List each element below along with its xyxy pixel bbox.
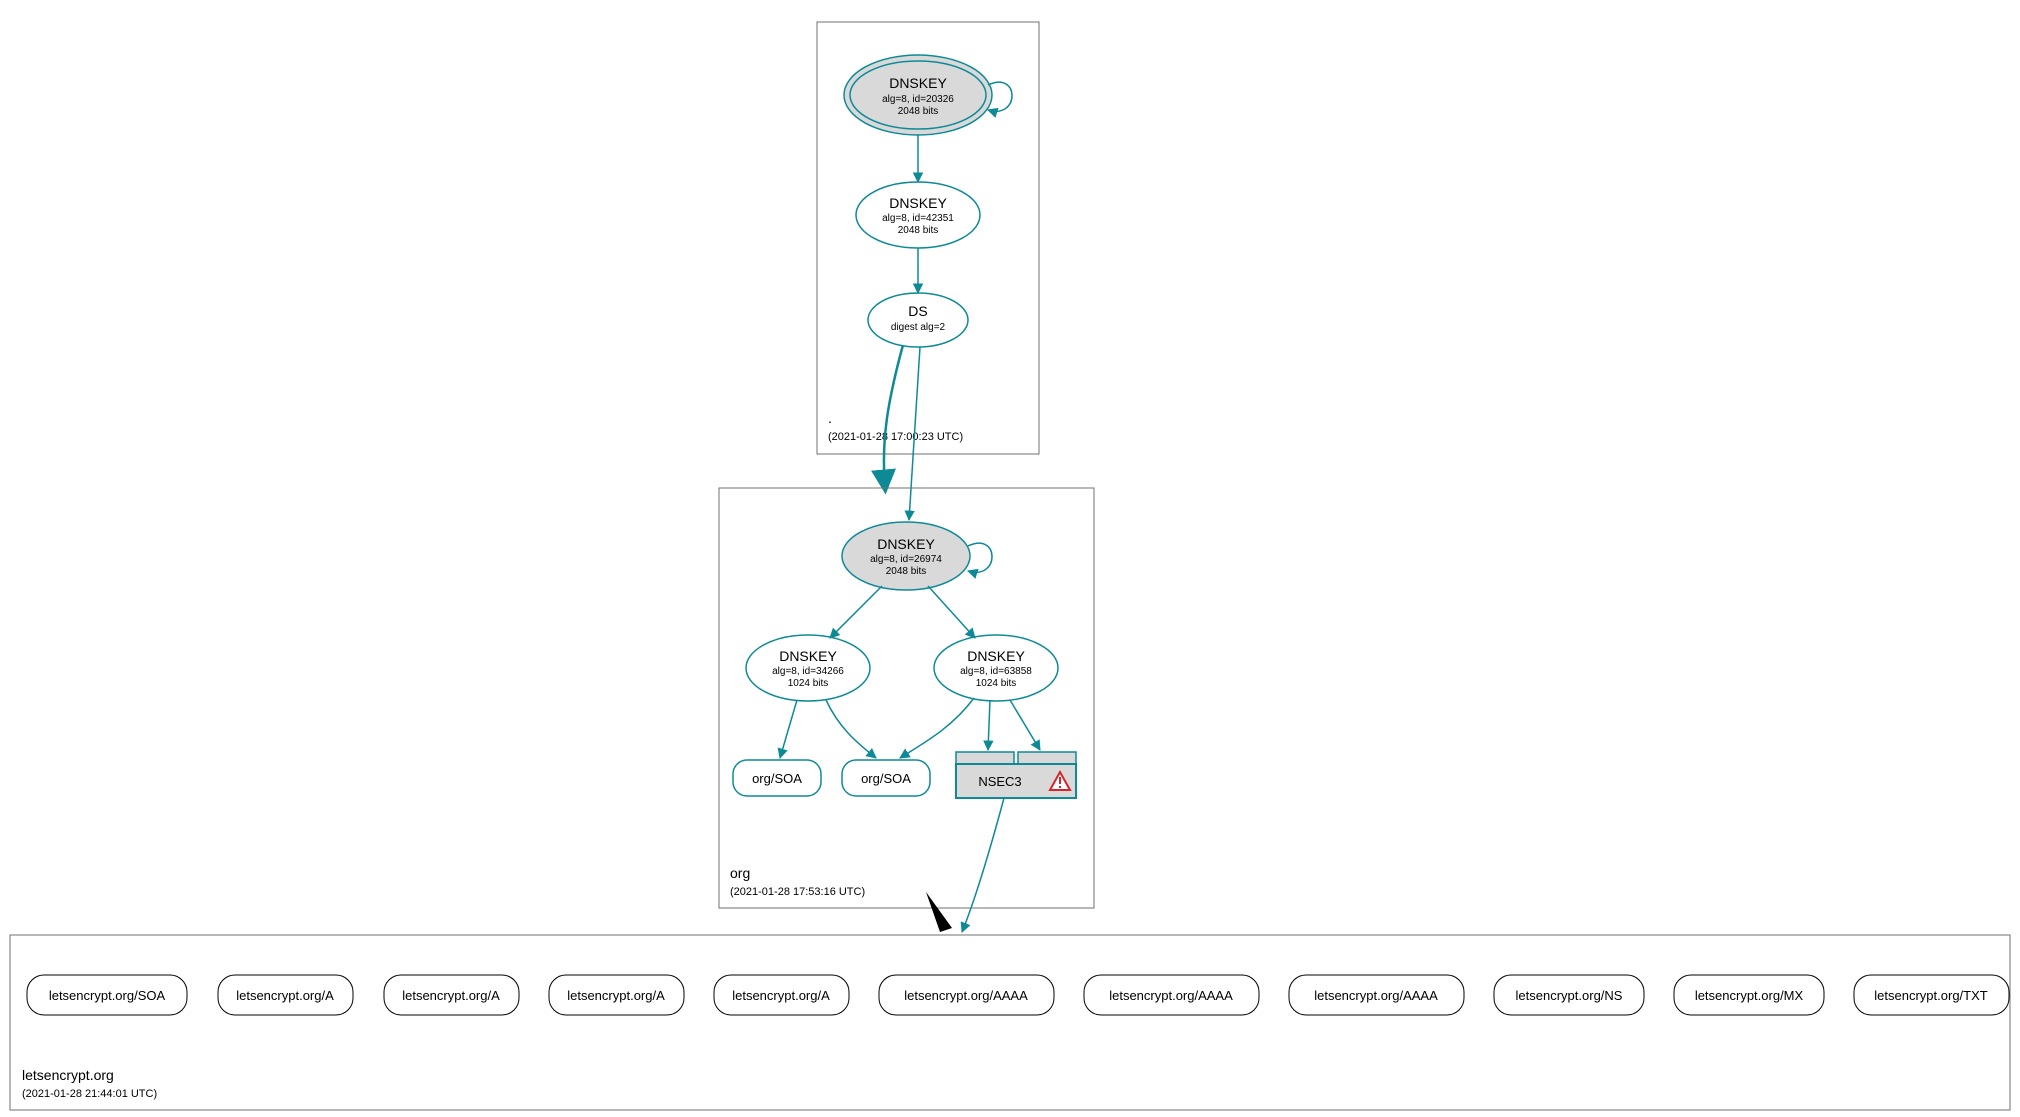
- org-soa1-node: org/SOA: [733, 760, 821, 796]
- svg-text:1024 bits: 1024 bits: [976, 678, 1017, 689]
- dnssec-graph: . (2021-01-28 17:00:23 UTC) DNSKEY alg=8…: [0, 0, 2020, 1117]
- zone-letsencrypt: letsencrypt.org (2021-01-28 21:44:01 UTC…: [10, 935, 2010, 1110]
- svg-text:DNSKEY: DNSKEY: [877, 536, 935, 552]
- svg-text:1024 bits: 1024 bits: [788, 678, 829, 689]
- root-ksk-node: DNSKEY alg=8, id=20326 2048 bits: [844, 55, 992, 135]
- svg-text:DNSKEY: DNSKEY: [889, 75, 947, 91]
- svg-text:DNSKEY: DNSKEY: [967, 648, 1025, 664]
- root-ds-node: DS digest alg=2: [868, 293, 968, 347]
- zone-org-name: org: [730, 865, 750, 881]
- svg-text:letsencrypt.org/A: letsencrypt.org/A: [236, 988, 334, 1003]
- root-zsk-node: DNSKEY alg=8, id=42351 2048 bits: [856, 182, 980, 248]
- svg-text:alg=8, id=63858: alg=8, id=63858: [960, 666, 1032, 677]
- rr-aaaa-1: letsencrypt.org/AAAA: [879, 975, 1054, 1015]
- zone-root: . (2021-01-28 17:00:23 UTC) DNSKEY alg=8…: [817, 22, 1039, 454]
- svg-text:alg=8, id=34266: alg=8, id=34266: [772, 666, 844, 677]
- edge-org-ksk-to-zsk2: [928, 586, 975, 638]
- rr-a-1: letsencrypt.org/A: [218, 975, 353, 1015]
- svg-text:letsencrypt.org/TXT: letsencrypt.org/TXT: [1874, 988, 1987, 1003]
- svg-text:letsencrypt.org/MX: letsencrypt.org/MX: [1695, 988, 1804, 1003]
- svg-text:alg=8, id=20326: alg=8, id=20326: [882, 94, 954, 105]
- svg-text:letsencrypt.org/A: letsencrypt.org/A: [567, 988, 665, 1003]
- edge-zsk1-to-soa1: [780, 700, 797, 758]
- org-soa2-node: org/SOA: [842, 760, 930, 796]
- zone-letsencrypt-name: letsencrypt.org: [22, 1067, 114, 1083]
- svg-text:2048 bits: 2048 bits: [898, 106, 939, 117]
- zone-root-timestamp: (2021-01-28 17:00:23 UTC): [828, 431, 963, 443]
- edge-zsk2-to-nsec3-a: [988, 700, 990, 750]
- svg-text:org/SOA: org/SOA: [861, 771, 911, 786]
- org-zsk1-node: DNSKEY alg=8, id=34266 1024 bits: [746, 635, 870, 701]
- svg-text:letsencrypt.org/SOA: letsencrypt.org/SOA: [49, 988, 166, 1003]
- rr-a-2: letsencrypt.org/A: [384, 975, 519, 1015]
- zone-org-timestamp: (2021-01-28 17:53:16 UTC): [730, 886, 865, 898]
- svg-text:letsencrypt.org/AAAA: letsencrypt.org/AAAA: [1109, 988, 1233, 1003]
- svg-text:NSEC3: NSEC3: [978, 774, 1021, 789]
- edge-zsk2-to-nsec3-b: [1010, 700, 1040, 750]
- svg-text:letsencrypt.org/A: letsencrypt.org/A: [732, 988, 830, 1003]
- svg-text:2048 bits: 2048 bits: [886, 566, 927, 577]
- edge-nsec3-to-letsencrypt: [962, 798, 1004, 932]
- svg-text:alg=8, id=26974: alg=8, id=26974: [870, 554, 942, 565]
- edge-root-to-org-zone: [884, 345, 903, 487]
- svg-text:2048 bits: 2048 bits: [898, 225, 939, 236]
- svg-text:alg=8, id=42351: alg=8, id=42351: [882, 213, 954, 224]
- svg-text:DNSKEY: DNSKEY: [779, 648, 837, 664]
- rr-aaaa-3: letsencrypt.org/AAAA: [1289, 975, 1464, 1015]
- svg-text:letsencrypt.org/NS: letsencrypt.org/NS: [1516, 988, 1623, 1003]
- org-zsk2-node: DNSKEY alg=8, id=63858 1024 bits: [934, 635, 1058, 701]
- svg-text:DNSKEY: DNSKEY: [889, 195, 947, 211]
- rr-a-3: letsencrypt.org/A: [549, 975, 684, 1015]
- svg-text:letsencrypt.org/A: letsencrypt.org/A: [402, 988, 500, 1003]
- org-nsec3-node: NSEC3: [956, 752, 1076, 798]
- org-ksk-node: DNSKEY alg=8, id=26974 2048 bits: [842, 522, 970, 590]
- rr-soa: letsencrypt.org/SOA: [27, 975, 187, 1015]
- edge-zsk2-to-soa2: [900, 698, 974, 758]
- zone-root-name: .: [828, 410, 832, 426]
- edge-org-ksk-selfloop: [968, 543, 992, 572]
- zone-org: org (2021-01-28 17:53:16 UTC) DNSKEY alg…: [719, 488, 1094, 908]
- edge-org-to-letsencrypt-wedge: [926, 892, 952, 932]
- svg-text:DS: DS: [908, 303, 927, 319]
- svg-text:letsencrypt.org/AAAA: letsencrypt.org/AAAA: [1314, 988, 1438, 1003]
- svg-text:letsencrypt.org/AAAA: letsencrypt.org/AAAA: [904, 988, 1028, 1003]
- svg-text:org/SOA: org/SOA: [752, 771, 802, 786]
- rr-txt: letsencrypt.org/TXT: [1854, 975, 2009, 1015]
- rr-mx: letsencrypt.org/MX: [1674, 975, 1824, 1015]
- rr-a-4: letsencrypt.org/A: [714, 975, 849, 1015]
- svg-text:digest alg=2: digest alg=2: [891, 322, 946, 333]
- edge-org-ksk-to-zsk1: [830, 586, 882, 638]
- rr-aaaa-2: letsencrypt.org/AAAA: [1084, 975, 1259, 1015]
- edge-zsk1-to-soa2: [826, 700, 876, 758]
- rr-ns: letsencrypt.org/NS: [1494, 975, 1644, 1015]
- zone-letsencrypt-timestamp: (2021-01-28 21:44:01 UTC): [22, 1088, 157, 1100]
